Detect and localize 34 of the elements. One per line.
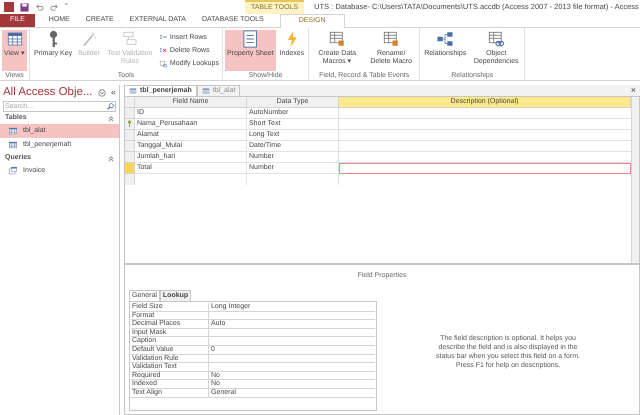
dropdown-icon[interactable] (98, 89, 106, 97)
table-cell[interactable] (339, 163, 631, 174)
header-corner[interactable] (125, 97, 135, 108)
table-icon (129, 87, 137, 95)
search-icon (107, 103, 114, 110)
grid-icon (6, 30, 24, 48)
key-icon (48, 30, 58, 48)
diagram-icon (436, 30, 454, 48)
row-selector[interactable] (125, 152, 135, 163)
scrollbar[interactable] (631, 97, 639, 263)
customize-toolbar-button[interactable]: ⁼ (65, 1, 68, 13)
row-selector[interactable] (125, 141, 135, 152)
row-selector[interactable] (125, 108, 135, 119)
key-icon (127, 120, 132, 128)
lightning-icon (286, 30, 298, 48)
table-icon (8, 126, 18, 136)
app-logo (4, 2, 14, 12)
row-selector[interactable] (125, 163, 135, 174)
undo-icon[interactable] (35, 2, 44, 12)
query-icon (8, 166, 18, 176)
lookup-icon (158, 60, 168, 68)
row-selector[interactable] (125, 174, 135, 185)
collapse-button[interactable]: « (110, 86, 116, 100)
close-button[interactable]: × (630, 85, 640, 96)
row-selector[interactable] (125, 119, 135, 130)
collapse-group-icon[interactable] (108, 156, 114, 162)
row-selector[interactable] (125, 130, 135, 141)
save-icon[interactable] (20, 2, 29, 12)
wand-icon (80, 30, 98, 48)
table-icon (202, 87, 210, 95)
collapse-group-icon[interactable] (108, 116, 114, 122)
table-icon (8, 140, 18, 150)
redo-icon[interactable] (50, 2, 59, 12)
pane-title: All Access Obje... (3, 85, 92, 100)
